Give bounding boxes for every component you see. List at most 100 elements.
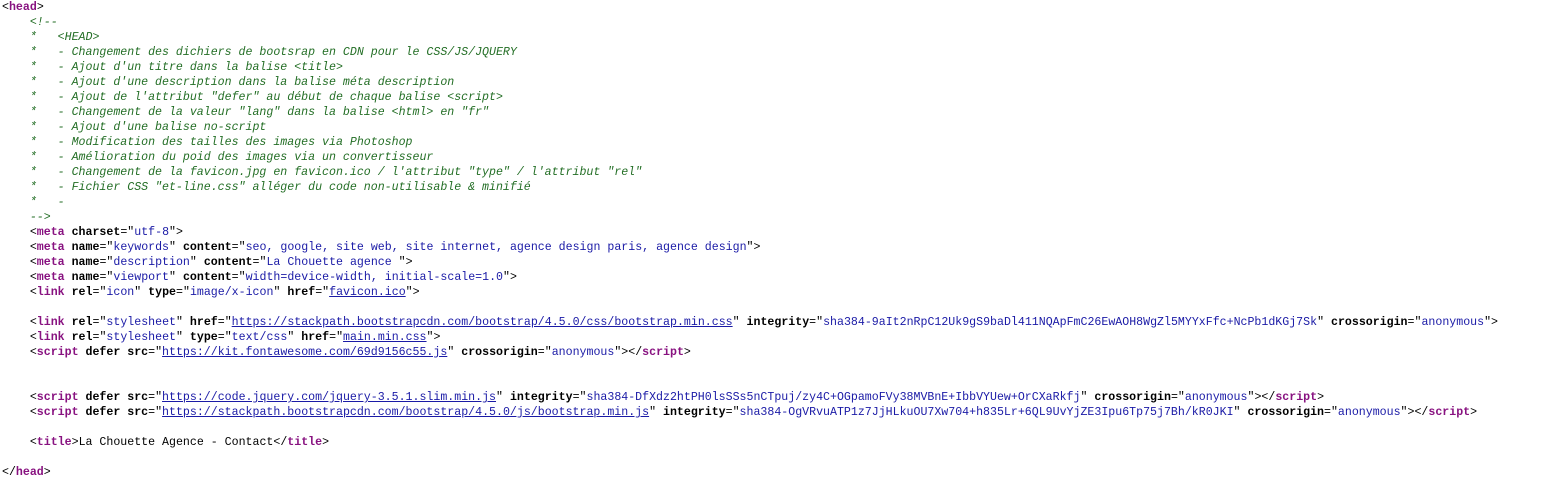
source-line: ​ [2, 450, 1498, 465]
punctuation: =" [252, 256, 267, 269]
comment-text: * - Ajout d'une balise no-script [2, 121, 267, 134]
punctuation: =" [92, 316, 107, 329]
attribute-value: text/css [231, 331, 288, 344]
source-line: * - Ajout de l'attribut "defer" au début… [2, 90, 1498, 105]
punctuation: =" [99, 241, 114, 254]
source-line: ​ [2, 420, 1498, 435]
source-line: <link rel="stylesheet" href="https://sta… [2, 315, 1498, 330]
punctuation: < [2, 226, 37, 239]
source-view: <head> <!-- * <HEAD> * - Changement des … [2, 0, 1498, 480]
punctuation: " [169, 241, 176, 254]
tag-name: head [15, 466, 44, 479]
punctuation: =" [217, 316, 232, 329]
punctuation: "> [169, 226, 183, 239]
tag-name: link [36, 331, 65, 344]
punctuation: " [1317, 316, 1325, 329]
attribute-name: rel [64, 316, 93, 329]
comment-text: * - [2, 196, 65, 209]
punctuation: </ [273, 436, 288, 449]
attribute-value: sha384-DfXdz2htPH0lsSSs5nCTpuj/zy4C+OGpa… [586, 391, 1081, 404]
punctuation: "></ [1400, 406, 1429, 419]
source-line: * - Changement de la valeur "lang" dans … [2, 105, 1498, 120]
punctuation: =" [1407, 316, 1422, 329]
punctuation: > [43, 466, 51, 479]
punctuation: =" [537, 346, 552, 359]
source-link[interactable]: https://stackpath.bootstrapcdn.com/boots… [162, 406, 649, 419]
source-line: ​ [2, 300, 1498, 315]
attribute-name: href [294, 331, 330, 344]
comment-text: * - Ajout de l'attribut "defer" au début… [2, 91, 503, 104]
source-line: <script defer src="https://kit.fontaweso… [2, 345, 1498, 360]
punctuation: =" [217, 331, 232, 344]
source-line: * - [2, 195, 1498, 210]
attribute-name: crossorigin [1240, 406, 1324, 419]
source-line: <script defer src="https://code.jquery.c… [2, 390, 1498, 405]
attribute-value: stylesheet [106, 316, 176, 329]
punctuation: " [649, 406, 657, 419]
punctuation: < [2, 241, 37, 254]
attribute-name: rel [64, 286, 93, 299]
punctuation: > [1317, 391, 1325, 404]
comment-text: <!-- [2, 16, 58, 29]
comment-text: * - Changement de la favicon.jpg en favi… [2, 166, 643, 179]
punctuation: =" [329, 331, 344, 344]
punctuation: =" [148, 346, 163, 359]
attribute-name: type [182, 331, 218, 344]
punctuation: "> [398, 256, 413, 269]
attribute-value: anonymous [1337, 406, 1401, 419]
comment-text: * - Ajout d'une description dans la bali… [2, 76, 455, 89]
tag-name: meta [36, 226, 65, 239]
comment-text: * - Fichier CSS "et-line.css" alléger du… [2, 181, 531, 194]
source-line: <!-- [2, 15, 1498, 30]
punctuation: < [2, 286, 37, 299]
source-link[interactable]: https://kit.fontawesome.com/69d9156c55.j… [162, 346, 447, 359]
source-line: * - Ajout d'une balise no-script [2, 120, 1498, 135]
punctuation: =" [92, 331, 107, 344]
punctuation: < [2, 256, 37, 269]
punctuation: " [189, 256, 197, 269]
attribute-name: content [176, 271, 232, 284]
comment-text: * <HEAD> [2, 31, 100, 44]
punctuation: =" [1324, 406, 1338, 419]
punctuation: "> [405, 286, 420, 299]
tag-name: script [642, 346, 684, 359]
punctuation: =" [92, 286, 107, 299]
tag-name: title [36, 436, 72, 449]
attribute-value: image/x-icon [189, 286, 274, 299]
attribute-name: defer src [78, 346, 149, 359]
source-link[interactable]: favicon.ico [329, 286, 406, 299]
attribute-name: href [280, 286, 316, 299]
source-line: <script defer src="https://stackpath.boo… [2, 405, 1498, 420]
punctuation: "></ [1247, 391, 1276, 404]
source-link[interactable]: main.min.css [343, 331, 427, 344]
attribute-name: name [64, 271, 100, 284]
punctuation: " [732, 316, 740, 329]
source-line: * - Amélioration du poid des images via … [2, 150, 1498, 165]
tag-name: meta [36, 256, 65, 269]
source-line: <meta name="description" content="La Cho… [2, 255, 1498, 270]
tag-name: link [36, 316, 65, 329]
source-link[interactable]: https://code.jquery.com/jquery-3.5.1.sli… [162, 391, 496, 404]
punctuation: "> [503, 271, 517, 284]
punctuation: " [1233, 406, 1241, 419]
source-link[interactable]: https://stackpath.bootstrapcdn.com/boots… [232, 316, 733, 329]
punctuation: "> [746, 241, 761, 254]
attribute-name: rel [64, 331, 93, 344]
attribute-value: utf-8 [134, 226, 170, 239]
source-line: <title>La Chouette Agence - Contact</tit… [2, 435, 1498, 450]
punctuation: =" [148, 391, 163, 404]
tag-name: head [8, 1, 37, 14]
attribute-value: viewport [113, 271, 170, 284]
punctuation: =" [1170, 391, 1185, 404]
source-line: <meta charset="utf-8"> [2, 225, 1498, 240]
source-line: * <HEAD> [2, 30, 1498, 45]
attribute-name: name [64, 241, 100, 254]
attribute-value: anonymous [1421, 316, 1485, 329]
tag-name: script [1275, 391, 1318, 404]
attribute-name: crossorigin [1324, 316, 1408, 329]
punctuation: =" [725, 406, 740, 419]
attribute-name: integrity [656, 406, 726, 419]
source-line: <link rel="icon" type="image/x-icon" hre… [2, 285, 1498, 300]
attribute-name: integrity [739, 316, 810, 329]
attribute-value: icon [106, 286, 135, 299]
